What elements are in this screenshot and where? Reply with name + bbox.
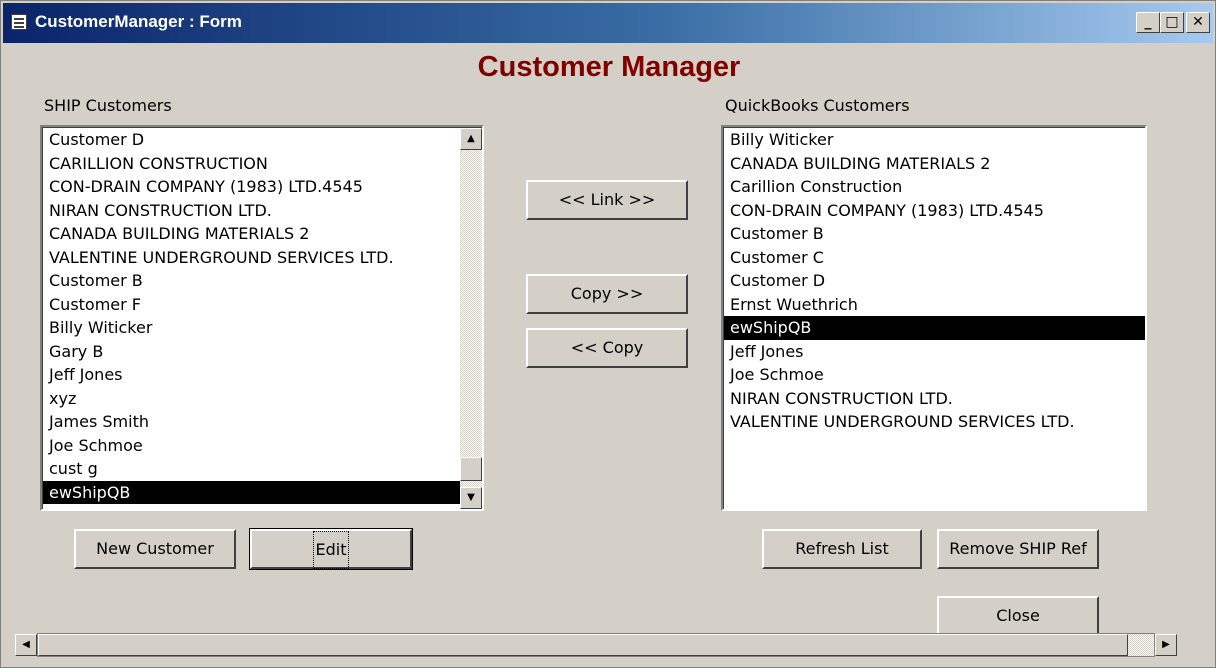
quickbooks-customer-list-item[interactable]: ewShipQB (724, 316, 1145, 340)
ship-customer-list-item[interactable]: VALENTINE UNDERGROUND SERVICES LTD. (43, 246, 482, 270)
remove-ship-ref-button-label: Remove SHIP Ref (949, 539, 1087, 558)
quickbooks-customer-list-item[interactable]: Customer D (724, 269, 1145, 293)
scroll-up-button[interactable]: ▲ (460, 128, 482, 150)
link-button-label: << Link >> (558, 190, 656, 209)
ship-customer-list-item[interactable]: NIRAN CONSTRUCTION LTD. (43, 199, 482, 223)
refresh-list-button[interactable]: Refresh List (762, 529, 922, 569)
new-customer-button[interactable]: New Customer (74, 529, 236, 569)
ship-list-scrollbar[interactable]: ▲ ▼ (460, 128, 482, 509)
copy-right-button-label: Copy >> (570, 284, 644, 303)
quickbooks-customers-listbox[interactable]: Billy Witicker CANADA BUILDING MATERIALS … (721, 125, 1147, 511)
quickbooks-customer-list-item[interactable]: CANADA BUILDING MATERIALS 2 (724, 152, 1145, 176)
close-button[interactable]: Close (937, 596, 1099, 636)
edit-button-label: Edit (312, 531, 350, 569)
ship-customer-list-item[interactable]: Customer B (43, 269, 482, 293)
window-title: CustomerManager : Form (35, 12, 242, 31)
copy-right-button[interactable]: Copy >> (526, 274, 688, 314)
ship-customers-listbox[interactable]: Customer D CARILLION CONSTRUCTION CON-DRAI… (40, 125, 484, 511)
quickbooks-customer-list-item[interactable]: Jeff Jones (724, 340, 1145, 364)
ship-customers-items: Customer D CARILLION CONSTRUCTION CON-DRAI… (43, 128, 482, 504)
ship-customer-list-item[interactable]: Customer D (43, 128, 482, 152)
close-icon: ✕ (1192, 14, 1204, 30)
ship-customer-list-item[interactable]: Joe Schmoe (43, 434, 482, 458)
edit-button[interactable]: Edit (249, 528, 413, 570)
remove-ship-ref-button[interactable]: Remove SHIP Ref (937, 529, 1099, 569)
quickbooks-customer-list-item[interactable]: CON-DRAIN COMPANY (1983) LTD.4545 (724, 199, 1145, 223)
scroll-right-button[interactable]: ▶ (1155, 634, 1177, 656)
ship-customer-list-item[interactable]: Gary B (43, 340, 482, 364)
quickbooks-customer-list-item[interactable]: VALENTINE UNDERGROUND SERVICES LTD. (724, 410, 1145, 434)
arrow-left-icon: ◀ (22, 639, 30, 650)
maximize-icon: □ (1165, 14, 1179, 30)
quickbooks-customers-items: Billy Witicker CANADA BUILDING MATERIALS … (724, 128, 1145, 434)
maximize-button[interactable]: □ (1160, 12, 1184, 33)
form-title: Customer Manager (477, 51, 741, 83)
form-icon (11, 14, 27, 30)
quickbooks-customer-list-item[interactable]: Ernst Wuethrich (724, 293, 1145, 317)
new-customer-button-label: New Customer (96, 539, 214, 558)
title-bar[interactable]: CustomerManager : Form _ □ ✕ (3, 3, 1213, 43)
quickbooks-list-content: Billy Witicker CANADA BUILDING MATERIALS … (723, 127, 1145, 509)
scroll-down-button[interactable]: ▼ (460, 487, 482, 509)
copy-left-button-label: << Copy (570, 338, 644, 357)
close-window-button[interactable]: ✕ (1186, 12, 1210, 33)
ship-customer-list-item[interactable]: Billy Witicker (43, 316, 482, 340)
refresh-list-button-label: Refresh List (795, 539, 889, 558)
ship-customer-list-item[interactable]: Jeff Jones (43, 363, 482, 387)
ship-customer-list-item[interactable]: CON-DRAIN COMPANY (1983) LTD.4545 (43, 175, 482, 199)
ship-customer-list-item[interactable]: CANADA BUILDING MATERIALS 2 (43, 222, 482, 246)
minimize-button[interactable]: _ (1136, 12, 1160, 33)
quickbooks-customers-label: QuickBooks Customers (725, 96, 910, 115)
quickbooks-customer-list-item[interactable]: Carillion Construction (724, 175, 1145, 199)
link-button[interactable]: << Link >> (526, 180, 688, 220)
arrow-up-icon: ▲ (467, 133, 475, 144)
minimize-icon: _ (1144, 14, 1152, 30)
quickbooks-customer-list-item[interactable]: Customer B (724, 222, 1145, 246)
quickbooks-customer-list-item[interactable]: Customer C (724, 246, 1145, 270)
quickbooks-customer-list-item[interactable]: Joe Schmoe (724, 363, 1145, 387)
ship-customer-list-item[interactable]: CARILLION CONSTRUCTION (43, 152, 482, 176)
ship-customers-label: SHIP Customers (44, 96, 172, 115)
scroll-thumb[interactable] (460, 457, 482, 481)
scroll-left-button[interactable]: ◀ (15, 634, 37, 656)
ship-customer-list-item[interactable]: ewShipQB (43, 480, 482, 504)
horizontal-scroll-thumb[interactable] (38, 634, 1128, 656)
ship-customer-list-item[interactable]: James Smith (43, 410, 482, 434)
arrow-right-icon: ▶ (1162, 639, 1170, 650)
copy-left-button[interactable]: << Copy (526, 328, 688, 368)
ship-list-content: Customer D CARILLION CONSTRUCTION CON-DRAI… (42, 127, 482, 509)
customer-manager-window: CustomerManager : Form _ □ ✕ Customer Ma… (0, 0, 1216, 668)
close-button-label: Close (996, 606, 1040, 625)
ship-customer-list-item[interactable]: xyz (43, 387, 482, 411)
quickbooks-customer-list-item[interactable]: Billy Witicker (724, 128, 1145, 152)
ship-customer-list-item[interactable]: cust g (43, 457, 482, 481)
quickbooks-customer-list-item[interactable]: NIRAN CONSTRUCTION LTD. (724, 387, 1145, 411)
form-horizontal-scrollbar[interactable] (37, 633, 1155, 657)
arrow-down-icon: ▼ (467, 492, 475, 503)
ship-customer-list-item[interactable]: Customer F (43, 293, 482, 317)
